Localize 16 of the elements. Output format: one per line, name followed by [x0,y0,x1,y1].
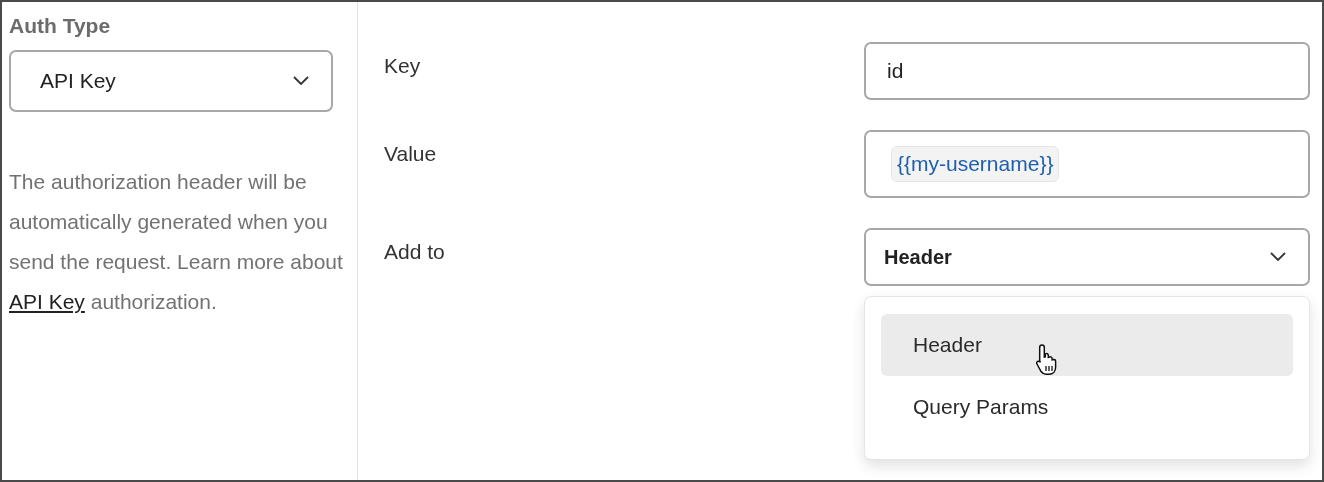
chevron-down-icon [1270,252,1286,262]
auth-type-label: Auth Type [9,13,112,39]
api-key-link[interactable]: API Key [9,290,85,313]
description-text: The authorization header will be automatically generated when you send the request. Learn more about API Key authorization. [9,169,344,315]
input-value: id [887,59,904,83]
variable-tag: {{my-username}} [891,146,1060,182]
chevron-down-icon [293,76,309,86]
dropdown-option[interactable]: Header [881,314,1293,376]
selected-option: Header [884,245,952,269]
key-input[interactable]: id [864,42,1310,100]
value-input[interactable]: {{my-username}} [864,130,1310,198]
field-label: Key [384,54,421,78]
auth-type-select[interactable]: API Key [9,50,333,112]
field-label: Add to [384,240,445,264]
field-label: Value [384,142,437,166]
dropdown-option[interactable]: Query Params [881,376,1293,438]
